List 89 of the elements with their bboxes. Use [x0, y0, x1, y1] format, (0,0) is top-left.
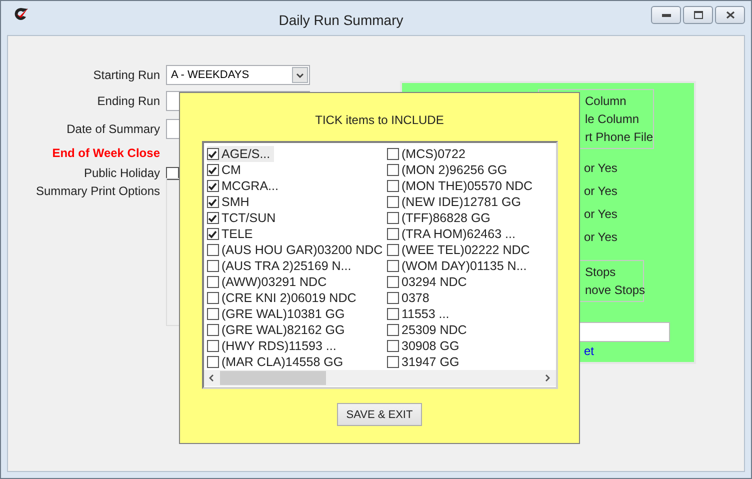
dropdown-field[interactable]: A - WEEKDAYS — [166, 65, 310, 85]
checklist-item[interactable]: 03294 NDC — [386, 274, 471, 290]
checkbox[interactable] — [206, 324, 218, 336]
checklist-item[interactable]: 31947 GG — [386, 354, 464, 370]
checkbox[interactable] — [206, 228, 218, 240]
checklist-item[interactable]: AGE/S... — [206, 146, 274, 162]
checkbox[interactable] — [386, 356, 398, 368]
option-label: Column — [585, 94, 628, 108]
field-label: Ending Run — [96, 94, 161, 108]
checkbox[interactable] — [386, 244, 398, 256]
minimize-icon — [662, 14, 670, 16]
checkbox[interactable] — [206, 244, 218, 256]
checklist-item[interactable]: (CRE KNI 2)06019 NDC — [206, 290, 360, 306]
checkbox[interactable] — [386, 180, 398, 192]
close-icon — [726, 11, 734, 19]
checkbox[interactable] — [386, 260, 398, 272]
checkbox[interactable] — [386, 292, 398, 304]
checkbox[interactable] — [206, 260, 218, 272]
checklist-item[interactable]: (MON THE)05570 NDC — [386, 178, 537, 194]
field-label: Date of Summary — [66, 122, 161, 136]
window-title: Daily Run Summary — [278, 12, 404, 28]
checklist-item[interactable]: MCGRA... — [206, 178, 282, 194]
checklist-item[interactable]: CM — [206, 162, 245, 178]
maximize-icon — [694, 11, 702, 19]
link[interactable]: et — [584, 344, 694, 358]
checklist-item[interactable]: TELE — [206, 226, 257, 242]
chevron-right-icon — [545, 374, 550, 382]
checkbox[interactable] — [206, 292, 218, 304]
checkbox[interactable] — [386, 148, 398, 160]
checkbox[interactable] — [386, 276, 398, 288]
warning-text: End of Week Close — [51, 146, 161, 160]
checkbox[interactable] — [386, 324, 398, 336]
checklist-item[interactable]: 30908 GG — [386, 338, 464, 354]
checklist-item[interactable]: (AUS TRA 2)25169 N... — [206, 258, 356, 274]
checkbox[interactable] — [206, 196, 218, 208]
field-label: Public Holiday — [82, 166, 161, 180]
checklist-item[interactable]: 11553 ... — [386, 306, 454, 322]
chevron-left-icon — [209, 374, 214, 382]
save-exit-button[interactable]: SAVE & EXIT — [337, 403, 422, 426]
checklist-item[interactable]: (WEE TEL)02222 NDC — [386, 242, 534, 258]
checkbox[interactable] — [386, 196, 398, 208]
app-logo-icon — [13, 7, 29, 21]
chevron-down-icon — [296, 72, 304, 78]
option-label: or Yes — [584, 207, 618, 221]
checklist-item[interactable]: (TRA HOM)62463 ... — [386, 226, 520, 242]
field-label: Summary Print Options — [34, 184, 161, 198]
checkbox[interactable] — [206, 276, 218, 288]
input-field[interactable] — [578, 322, 670, 342]
checklist-item[interactable]: SMH — [206, 194, 254, 210]
checkbox[interactable] — [206, 148, 218, 160]
option-label: nove Stops — [585, 283, 643, 297]
checkbox[interactable] — [386, 228, 398, 240]
checklist-item[interactable]: (NEW IDE)12781 GG — [386, 194, 525, 210]
minimize-button[interactable] — [651, 6, 681, 24]
checkbox[interactable] — [206, 308, 218, 320]
checklist-item[interactable]: (MON 2)96256 GG — [386, 162, 512, 178]
checklist-item[interactable]: (GRE WAL)10381 GG — [206, 306, 349, 322]
checkbox[interactable] — [386, 164, 398, 176]
checkbox[interactable] — [206, 340, 218, 352]
option-label: or Yes — [584, 184, 618, 198]
checklist-item[interactable]: (HWY RDS)11593 ... — [206, 338, 340, 354]
checklist-item[interactable]: (GRE WAL)82162 GG — [206, 322, 349, 338]
checklist-item[interactable]: (MCS)0722 — [386, 146, 470, 162]
scrollbar[interactable] — [204, 370, 556, 386]
checkbox[interactable] — [206, 356, 218, 368]
option-label: or Yes — [584, 161, 618, 175]
close-button[interactable] — [715, 6, 745, 24]
checkbox[interactable] — [166, 166, 179, 180]
option-label: le Column — [585, 112, 640, 126]
checklist-item[interactable]: (WOM DAY)01135 N... — [386, 258, 531, 274]
maximize-button[interactable] — [683, 6, 713, 24]
checkbox[interactable] — [206, 212, 218, 224]
checklist-item[interactable]: (AUS HOU GAR)03200 NDC — [206, 242, 387, 258]
checklist-item[interactable]: 25309 NDC — [386, 322, 471, 338]
option-label: or Yes — [584, 230, 618, 244]
option-label: Stops — [585, 265, 617, 279]
checklist-item[interactable]: 0378 — [386, 290, 434, 306]
checkbox[interactable] — [386, 212, 398, 224]
checkbox[interactable] — [206, 180, 218, 192]
field-label: Starting Run — [92, 68, 161, 82]
checklist-item[interactable]: TCT/SUN — [206, 210, 280, 226]
checklist-item[interactable]: (TFF)86828 GG — [386, 210, 494, 226]
checklist-item[interactable]: (AWW)03291 NDC — [206, 274, 331, 290]
dialog-title: TICK items to INCLUDE — [315, 113, 444, 127]
checkbox[interactable] — [206, 164, 218, 176]
checkbox[interactable] — [386, 308, 398, 320]
checkbox[interactable] — [386, 340, 398, 352]
checklist-item[interactable]: (MAR CLA)14558 GG — [206, 354, 348, 370]
option-label: rt Phone File — [585, 130, 653, 144]
